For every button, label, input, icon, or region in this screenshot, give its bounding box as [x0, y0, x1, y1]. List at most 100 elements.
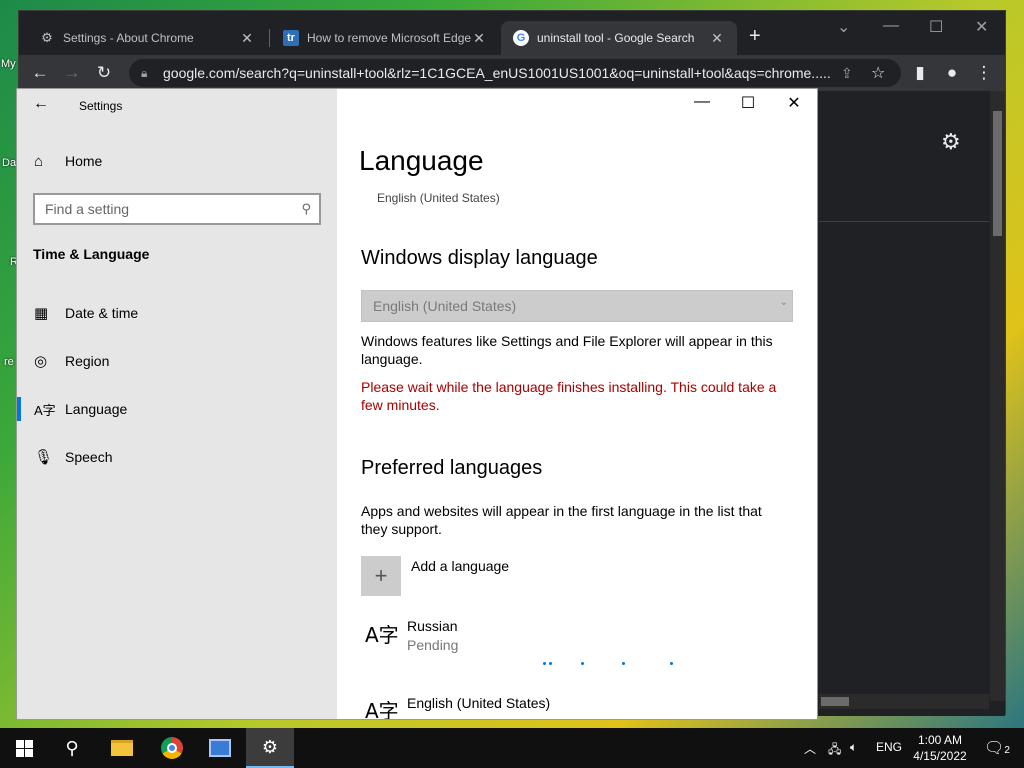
notification-center-icon[interactable]: 🗨︎2 — [984, 738, 1010, 758]
maximize-icon[interactable]: ☐ — [733, 93, 763, 113]
close-tab-icon[interactable]: ✕ — [471, 30, 487, 47]
tab-title: How to remove Microsoft Edge f — [307, 31, 471, 45]
current-language-sub: English (United States) — [377, 191, 500, 205]
scrollbar-thumb[interactable] — [821, 697, 849, 706]
tab-title: uninstall tool - Google Search — [537, 31, 695, 45]
progress-dot — [543, 662, 546, 665]
back-icon[interactable]: ← — [29, 62, 51, 84]
progress-dot — [670, 662, 673, 665]
search-icon[interactable]: ⚲ — [301, 201, 311, 217]
settings-sidebar: ← Settings ⌂ Home Find a setting ⚲ Time … — [17, 89, 337, 719]
nav-home[interactable]: ⌂ Home — [17, 139, 337, 183]
file-explorer-icon[interactable] — [98, 728, 146, 768]
scrollbar-thumb[interactable] — [993, 111, 1002, 236]
network-icon[interactable]: 🖧︎ — [828, 740, 841, 761]
chrome-toolbar: ← → ↻ 🔒︎ google.com/search?q=uninstall+t… — [19, 55, 1005, 91]
tab-title: Settings - About Chrome — [63, 31, 194, 45]
close-tab-icon[interactable]: ✕ — [239, 30, 255, 47]
language-item-name[interactable]: English (United States) — [407, 695, 550, 711]
tab-strip: ⚙ Settings - About Chrome ✕ tr How to re… — [19, 11, 1005, 55]
notification-count: 2 — [1004, 745, 1010, 756]
input-language-indicator[interactable]: ENG — [876, 740, 902, 754]
gear-icon: ⚙ — [41, 30, 53, 45]
language-item-name[interactable]: Russian — [407, 618, 458, 634]
close-tab-icon[interactable]: ✕ — [709, 30, 725, 47]
tab-remove-edge[interactable]: tr How to remove Microsoft Edge f ✕ — [271, 21, 499, 55]
tab-search-icon[interactable]: ⌄ — [837, 17, 850, 37]
minimize-icon[interactable]: — — [883, 17, 899, 35]
tab-separator — [269, 29, 270, 47]
settings-main: — ☐ ✕ Language English (United States) W… — [337, 89, 817, 719]
nav-label: Language — [65, 401, 128, 417]
language-icon: A字 — [365, 699, 399, 719]
plus-icon: + — [374, 563, 388, 588]
nav-label: Home — [65, 153, 103, 169]
techrepublic-icon: tr — [283, 30, 299, 46]
nav-label: Region — [65, 353, 110, 369]
search-input[interactable]: Find a setting ⚲ — [33, 193, 321, 225]
add-language-label[interactable]: Add a language — [411, 558, 509, 574]
clock[interactable]: 1:00 AM 4/15/2022 — [905, 732, 975, 764]
tab-settings-about-chrome[interactable]: ⚙ Settings - About Chrome ✕ — [27, 21, 267, 55]
settings-gear-icon[interactable]: ⚙ — [941, 129, 961, 155]
settings-taskbar-icon[interactable]: ⚙ — [246, 728, 294, 768]
display-language-description: Windows features like Settings and File … — [361, 333, 773, 367]
search-placeholder: Find a setting — [45, 201, 130, 217]
reload-icon[interactable]: ↻ — [93, 62, 115, 84]
back-arrow-icon[interactable]: ← — [33, 95, 49, 113]
search-icon[interactable]: ⚲ — [48, 728, 96, 768]
new-tab-button[interactable]: + — [749, 25, 761, 48]
windows-logo-icon — [15, 739, 33, 757]
display-language-dropdown[interactable]: English (United States) ⌄ — [361, 290, 793, 322]
google-icon: G — [513, 30, 529, 46]
tab-google-search[interactable]: G uninstall tool - Google Search ✕ — [501, 21, 737, 55]
lock-icon[interactable]: 🔒︎ — [141, 66, 155, 81]
page-title: Language — [359, 145, 484, 176]
section-heading: Time & Language — [33, 246, 150, 262]
nav-language[interactable]: A字 Language — [17, 387, 337, 431]
nav-label: Speech — [65, 449, 113, 465]
preferred-languages-description: Apps and websites will appear in the fir… — [361, 503, 762, 537]
profile-avatar-icon[interactable]: ● — [941, 62, 963, 84]
url-text[interactable]: google.com/search?q=uninstall+tool&rlz=1… — [163, 65, 841, 81]
progress-dot — [549, 662, 552, 665]
globe-icon: ◎ — [34, 353, 48, 370]
start-button[interactable] — [0, 728, 48, 768]
dropdown-value: English (United States) — [373, 298, 517, 314]
app-title: Settings — [79, 99, 123, 113]
show-hidden-icons-icon[interactable]: ︿ — [804, 740, 816, 757]
volume-icon[interactable]: 🔈︎ — [850, 740, 857, 755]
nav-region[interactable]: ◎ Region — [17, 339, 337, 383]
maximize-icon[interactable]: ☐ — [929, 17, 943, 37]
bookmark-star-icon[interactable]: ☆ — [871, 63, 901, 83]
taskbar: ⚲ ⚙ ︿ 🖧︎ 🔈︎ ENG 1:00 AM 4/15/2022 🗨︎2 — [0, 728, 1024, 768]
desktop-icon-label[interactable]: re — [4, 356, 14, 368]
side-panel-icon[interactable]: ▮ — [909, 62, 931, 84]
minimize-icon[interactable]: — — [687, 93, 717, 111]
progress-dot — [622, 662, 625, 665]
nav-speech[interactable]: 🎙︎ Speech — [17, 435, 337, 479]
chrome-icon[interactable] — [148, 728, 196, 768]
horizontal-scrollbar[interactable] — [819, 694, 989, 709]
clock-date: 4/15/2022 — [913, 749, 967, 763]
language-item-status: Pending — [407, 637, 459, 653]
settings-window: ← Settings ⌂ Home Find a setting ⚲ Time … — [16, 88, 818, 720]
progress-dot — [581, 662, 584, 665]
control-panel-icon[interactable] — [196, 728, 244, 768]
desktop-icon-label[interactable]: My — [1, 58, 16, 70]
address-bar[interactable]: 🔒︎ google.com/search?q=uninstall+tool&rl… — [129, 59, 901, 87]
forward-icon[interactable]: → — [61, 62, 83, 84]
add-language-button[interactable]: + — [361, 556, 401, 596]
desktop-icon-label[interactable]: Da — [2, 157, 16, 169]
selection-indicator — [17, 397, 21, 421]
home-icon: ⌂ — [34, 152, 44, 170]
close-window-icon[interactable]: ✕ — [779, 93, 809, 113]
chrome-menu-icon[interactable]: ⋮ — [973, 62, 995, 84]
language-icon: A字 — [365, 623, 399, 647]
chevron-down-icon: ⌄ — [779, 297, 788, 308]
nav-label: Date & time — [65, 305, 139, 321]
close-window-icon[interactable]: ✕ — [975, 17, 988, 37]
nav-date-time[interactable]: ▦ Date & time — [17, 291, 337, 335]
vertical-scrollbar[interactable] — [990, 91, 1005, 701]
share-icon[interactable]: ⇪ — [841, 65, 871, 82]
